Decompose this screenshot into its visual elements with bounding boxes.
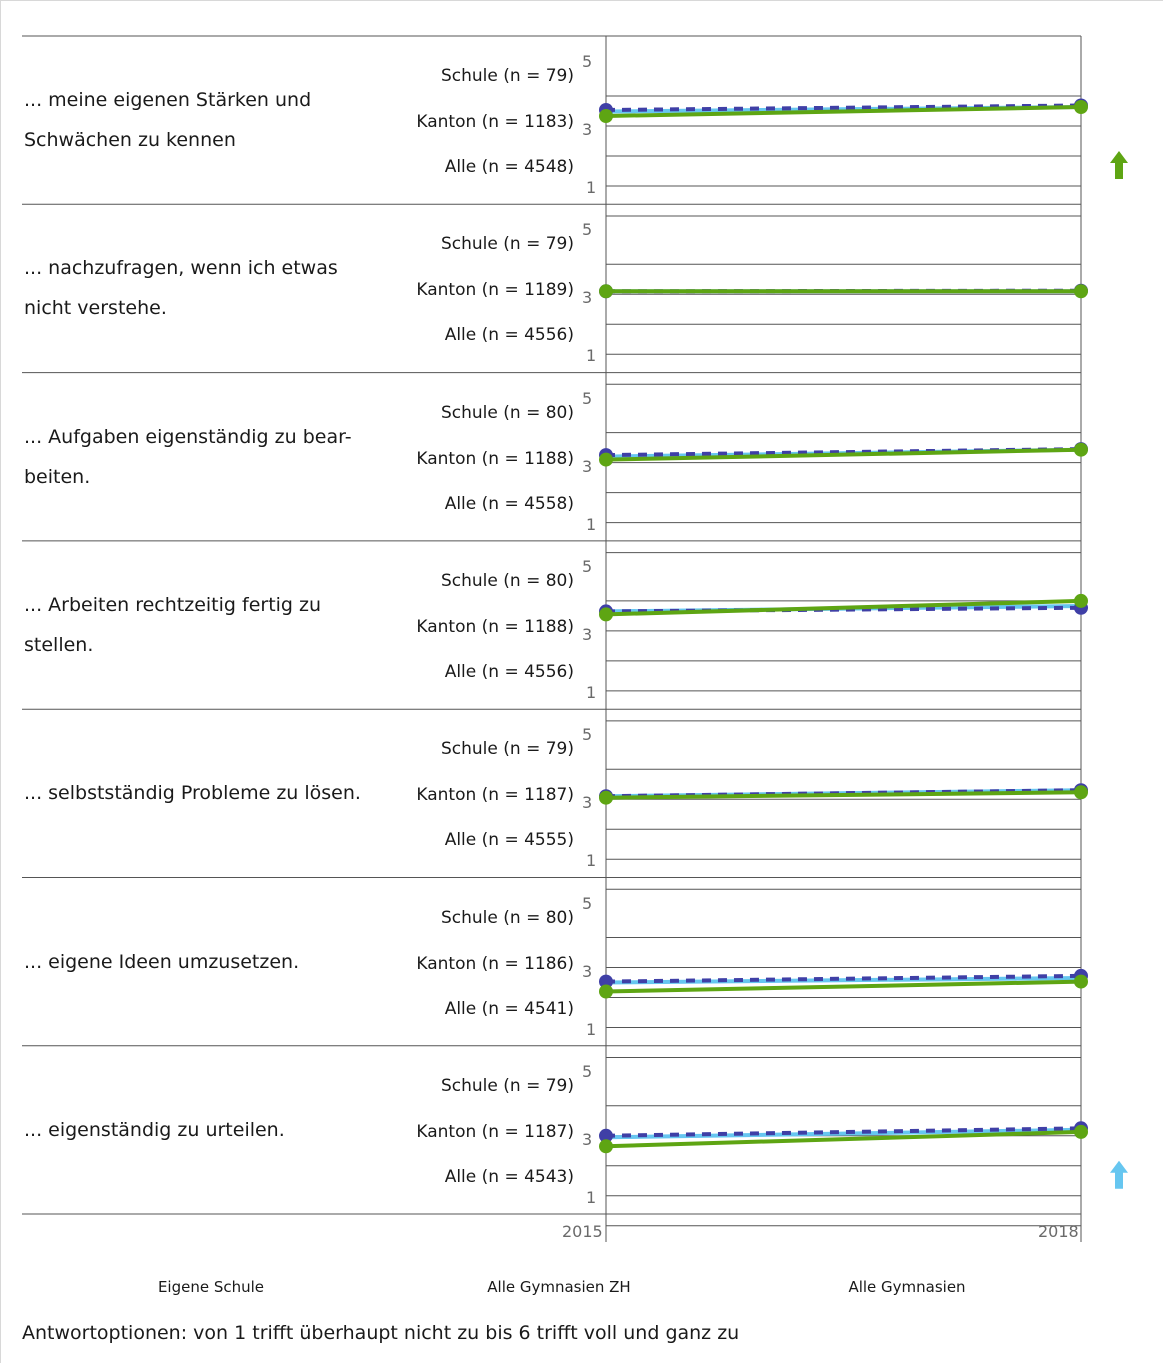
y-tick-label: 1: [586, 682, 597, 702]
y-tick-label: 3: [582, 1129, 593, 1149]
question-label-line: ... nachzufragen, wenn ich etwas: [24, 257, 338, 280]
sample-size-label: Alle (n = 4541): [444, 998, 574, 1019]
y-tick-label: 3: [582, 624, 593, 644]
y-tick-label: 1: [586, 346, 597, 366]
question-label-line: ... eigenständig zu urteilen.: [24, 1118, 285, 1141]
data-point-eigene-schule: [1074, 974, 1088, 989]
sample-size-label: Schule (n = 80): [441, 570, 574, 591]
sample-size-label: Alle (n = 4543): [444, 1166, 574, 1187]
data-point-eigene-schule: [599, 1139, 613, 1154]
series-line-eigene-schule: [605, 790, 1082, 800]
y-tick-label: 1: [586, 178, 597, 197]
question-label-line: beiten.: [24, 465, 91, 488]
trend-arrow-up-icon: [1110, 1160, 1128, 1189]
data-point-eigene-schule: [1074, 1124, 1088, 1139]
sample-size-label: Schule (n = 79): [441, 234, 574, 255]
data-point-eigene-schule: [1074, 593, 1088, 608]
question-label-line: ... Arbeiten rechtzeitig fertig zu: [24, 593, 322, 616]
question-label-line: nicht verstehe.: [24, 297, 167, 320]
sample-size-label: Schule (n = 79): [441, 739, 574, 760]
sample-size-label: Alle (n = 4556): [444, 325, 574, 346]
question-label-line: ... meine eigenen Stärken und: [24, 89, 312, 111]
sample-size-label: Kanton (n = 1186): [416, 953, 574, 974]
sample-size-label: Alle (n = 4548): [444, 157, 574, 177]
sample-size-label: Schule (n = 80): [441, 907, 574, 928]
y-tick-label: 3: [582, 793, 593, 813]
data-point-eigene-schule: [1074, 100, 1088, 114]
data-point-eigene-schule: [599, 790, 613, 805]
question-label-line: ... selbstständig Probleme zu lösen.: [24, 782, 361, 805]
data-point-eigene-schule: [599, 984, 613, 999]
y-tick-label: 1: [586, 514, 597, 534]
legend-label-eigene-schule: Eigene Schule: [157, 1278, 265, 1296]
sample-size-label: Schule (n = 79): [441, 66, 574, 86]
y-tick-label: 5: [582, 220, 593, 240]
x-tick-label: 2018: [1038, 1222, 1079, 1241]
y-tick-label: 5: [582, 893, 593, 913]
sample-size-label: Alle (n = 4555): [444, 830, 574, 851]
sample-size-label: Schule (n = 80): [441, 402, 574, 423]
data-point-eigene-schule: [1074, 442, 1088, 457]
sample-size-label: Kanton (n = 1188): [416, 616, 574, 637]
data-point-eigene-schule: [599, 607, 613, 622]
line-chart-panels: [22, 35, 1128, 1242]
question-label-line: stellen.: [24, 633, 94, 656]
y-tick-label: 1: [586, 851, 597, 871]
y-tick-label: 3: [582, 120, 593, 139]
y-tick-label: 5: [582, 52, 593, 71]
y-tick-label: 3: [582, 288, 593, 308]
y-tick-label: 3: [582, 961, 593, 981]
sample-size-label: Alle (n = 4556): [444, 661, 574, 682]
footnote: Antwortoptionen: von 1 trifft überhaupt …: [22, 1322, 740, 1344]
data-point-eigene-schule: [599, 452, 613, 467]
y-tick-label: 5: [582, 725, 593, 745]
sample-size-label: Kanton (n = 1188): [416, 448, 574, 469]
x-tick-label: 2015: [562, 1222, 603, 1241]
sample-size-label: Schule (n = 79): [441, 1075, 574, 1096]
legend-label-alle-gymnasien: Alle Gymnasien: [848, 1278, 966, 1296]
y-tick-label: 3: [582, 456, 593, 476]
sample-size-label: Kanton (n = 1187): [416, 1121, 574, 1142]
question-label-line: Schwächen zu kennen: [24, 129, 236, 151]
data-point-eigene-schule: [599, 284, 613, 299]
data-point-eigene-schule: [1074, 284, 1088, 299]
sample-size-label: Kanton (n = 1189): [416, 280, 574, 301]
y-tick-label: 5: [582, 556, 593, 576]
y-tick-label: 1: [586, 1187, 597, 1207]
question-label-line: ... eigene Ideen umzusetzen.: [24, 950, 300, 973]
sample-size-label: Alle (n = 4558): [444, 493, 574, 514]
y-tick-label: 5: [582, 388, 593, 408]
y-tick-label: 1: [586, 1019, 597, 1039]
data-point-eigene-schule: [1074, 785, 1088, 800]
sample-size-label: Kanton (n = 1183): [416, 112, 574, 132]
trend-arrow-up-icon: [1110, 151, 1128, 179]
data-point-eigene-schule: [599, 109, 613, 123]
legend-label-alle-gymnasien-zh: Alle Gymnasien ZH: [487, 1278, 631, 1296]
question-label-line: ... Aufgaben eigenständig zu bear-: [24, 425, 352, 448]
sample-size-label: Kanton (n = 1187): [416, 785, 574, 806]
y-tick-label: 5: [582, 1061, 593, 1081]
